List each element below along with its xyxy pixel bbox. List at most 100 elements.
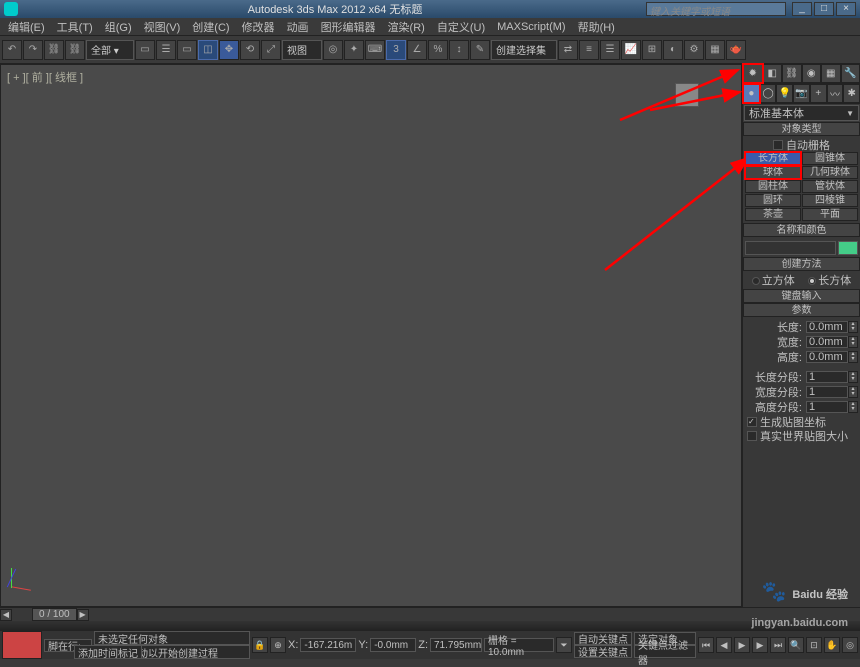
prev-key-button[interactable]: ◀ [716, 637, 732, 653]
subtab-helpers[interactable]: + [810, 84, 827, 103]
btn-geosphere[interactable]: 几何球体 [802, 166, 858, 179]
rollout-keyboard-input[interactable]: 键盘输入 [743, 289, 860, 303]
object-name-input[interactable] [745, 241, 836, 255]
y-input[interactable]: -0.0mm [370, 638, 416, 652]
render-frame-button[interactable]: ▦ [705, 40, 725, 60]
radio-box[interactable]: 长方体 [808, 272, 851, 288]
select-region-rect-button[interactable]: ▭ [177, 40, 197, 60]
width-spinner[interactable]: ▴▾ [848, 336, 858, 348]
maximize-button[interactable]: □ [814, 2, 834, 16]
menu-customize[interactable]: 自定义(U) [431, 19, 491, 35]
abs-rel-button[interactable]: ⊕ [270, 637, 286, 653]
auto-grid-checkbox[interactable] [773, 140, 783, 150]
rollout-create-method[interactable]: 创建方法 [743, 257, 860, 271]
btn-plane[interactable]: 平面 [802, 208, 858, 221]
menu-modifiers[interactable]: 修改器 [236, 19, 281, 35]
lseg-input[interactable]: 1 [806, 371, 848, 383]
subtab-geometry[interactable]: ● [743, 84, 760, 103]
btn-tube[interactable]: 管状体 [802, 180, 858, 193]
selection-filter-combo[interactable]: 全部 ▾ [86, 40, 134, 60]
menu-create[interactable]: 创建(C) [186, 19, 235, 35]
subtab-lights[interactable]: 💡 [776, 84, 793, 103]
render-button[interactable]: 🫖 [726, 40, 746, 60]
gen-map-checkbox[interactable] [747, 417, 757, 427]
select-and-scale-button[interactable]: ⤢ [261, 40, 281, 60]
viewport-label[interactable]: [ + ][ 前 ][ 线框 ] [7, 69, 83, 85]
auto-grid-row[interactable]: 自动栅格 [745, 138, 858, 152]
undo-button[interactable]: ↶ [2, 40, 22, 60]
next-frame-button[interactable]: ▶ [77, 609, 89, 621]
subtab-spacewarps[interactable]: 〰 [827, 84, 844, 103]
real-world-checkbox[interactable] [747, 431, 757, 441]
time-slider[interactable]: ◀ 0 / 100 ▶ [0, 607, 860, 621]
width-input[interactable]: 0.0mm [806, 336, 848, 348]
select-by-name-button[interactable]: ☰ [156, 40, 176, 60]
menu-edit[interactable]: 编辑(E) [2, 19, 51, 35]
tab-display[interactable]: ▦ [821, 64, 841, 83]
wseg-spinner[interactable]: ▴▾ [848, 386, 858, 398]
menu-graph[interactable]: 图形编辑器 [315, 19, 382, 35]
render-setup-button[interactable]: ⚙ [684, 40, 704, 60]
nav-zoom-all-button[interactable]: ⊡ [806, 637, 822, 653]
btn-torus[interactable]: 圆环 [745, 194, 801, 207]
btn-sphere[interactable]: 球体 [745, 166, 801, 179]
help-search-input[interactable]: 键入关键字或短语 [646, 2, 786, 16]
close-button[interactable]: × [836, 2, 856, 16]
link-button[interactable]: ⛓ [44, 40, 64, 60]
frame-indicator[interactable]: 0 / 100 [32, 608, 77, 621]
layer-manager-button[interactable]: ☰ [600, 40, 620, 60]
mirror-button[interactable]: ⇄ [558, 40, 578, 60]
btn-cone[interactable]: 圆锥体 [802, 152, 858, 165]
set-key-button[interactable]: 设置关键点 [574, 645, 632, 658]
primitive-category-combo[interactable]: 标准基本体 ▼ [744, 105, 859, 121]
redo-button[interactable]: ↷ [23, 40, 43, 60]
height-spinner[interactable]: ▴▾ [848, 351, 858, 363]
align-button[interactable]: ≡ [579, 40, 599, 60]
curve-editor-button[interactable]: 📈 [621, 40, 641, 60]
material-editor-button[interactable]: ◐ [663, 40, 683, 60]
keyboard-shortcut-button[interactable]: ⌨ [365, 40, 385, 60]
btn-cylinder[interactable]: 圆柱体 [745, 180, 801, 193]
x-input[interactable]: -167.216m [300, 638, 356, 652]
length-spinner[interactable]: ▴▾ [848, 321, 858, 333]
goto-start-button[interactable]: ⏮ [698, 637, 714, 653]
track-bar[interactable] [0, 621, 860, 631]
viewport-front[interactable]: [ + ][ 前 ][ 线框 ] [0, 64, 742, 607]
hseg-spinner[interactable]: ▴▾ [848, 401, 858, 413]
radio-cube[interactable]: 立方体 [752, 272, 795, 288]
hseg-input[interactable]: 1 [806, 401, 848, 413]
menu-views[interactable]: 视图(V) [138, 19, 187, 35]
nav-orbit-button[interactable]: ◎ [842, 637, 858, 653]
z-input[interactable]: 71.795mm [430, 638, 482, 652]
height-input[interactable]: 0.0mm [806, 351, 848, 363]
nav-zoom-button[interactable]: 🔍 [788, 637, 804, 653]
play-button[interactable]: ▶ [734, 637, 750, 653]
time-tag-button[interactable]: ⏷ [556, 637, 572, 653]
rollout-object-type[interactable]: 对象类型 [743, 122, 860, 136]
named-selection-combo[interactable]: 创建选择集 [491, 40, 557, 60]
spinner-snap-button[interactable]: ↕ [449, 40, 469, 60]
tab-create[interactable]: ✹ [743, 64, 763, 83]
subtab-shapes[interactable]: ◯ [760, 84, 777, 103]
select-object-button[interactable]: ▭ [135, 40, 155, 60]
minimize-button[interactable]: _ [792, 2, 812, 16]
btn-box[interactable]: 长方体 [745, 152, 801, 165]
percent-snap-button[interactable]: % [428, 40, 448, 60]
menu-render[interactable]: 渲染(R) [382, 19, 431, 35]
angle-snap-button[interactable]: ∠ [407, 40, 427, 60]
real-world-row[interactable]: 真实世界贴图大小 [745, 429, 858, 443]
wseg-input[interactable]: 1 [806, 386, 848, 398]
prev-frame-button[interactable]: ◀ [0, 609, 12, 621]
rollout-params[interactable]: 参数 [743, 303, 860, 317]
btn-pyramid[interactable]: 四棱锥 [802, 194, 858, 207]
viewcube[interactable] [667, 75, 707, 115]
select-and-rotate-button[interactable]: ⟲ [240, 40, 260, 60]
next-key-button[interactable]: ▶ [752, 637, 768, 653]
window-crossing-button[interactable]: ◫ [198, 40, 218, 60]
menu-tools[interactable]: 工具(T) [51, 19, 99, 35]
tab-modify[interactable]: ◧ [763, 64, 783, 83]
menu-group[interactable]: 组(G) [99, 19, 138, 35]
nav-pan-button[interactable]: ✋ [824, 637, 840, 653]
length-input[interactable]: 0.0mm [806, 321, 848, 333]
menu-help[interactable]: 帮助(H) [572, 19, 621, 35]
